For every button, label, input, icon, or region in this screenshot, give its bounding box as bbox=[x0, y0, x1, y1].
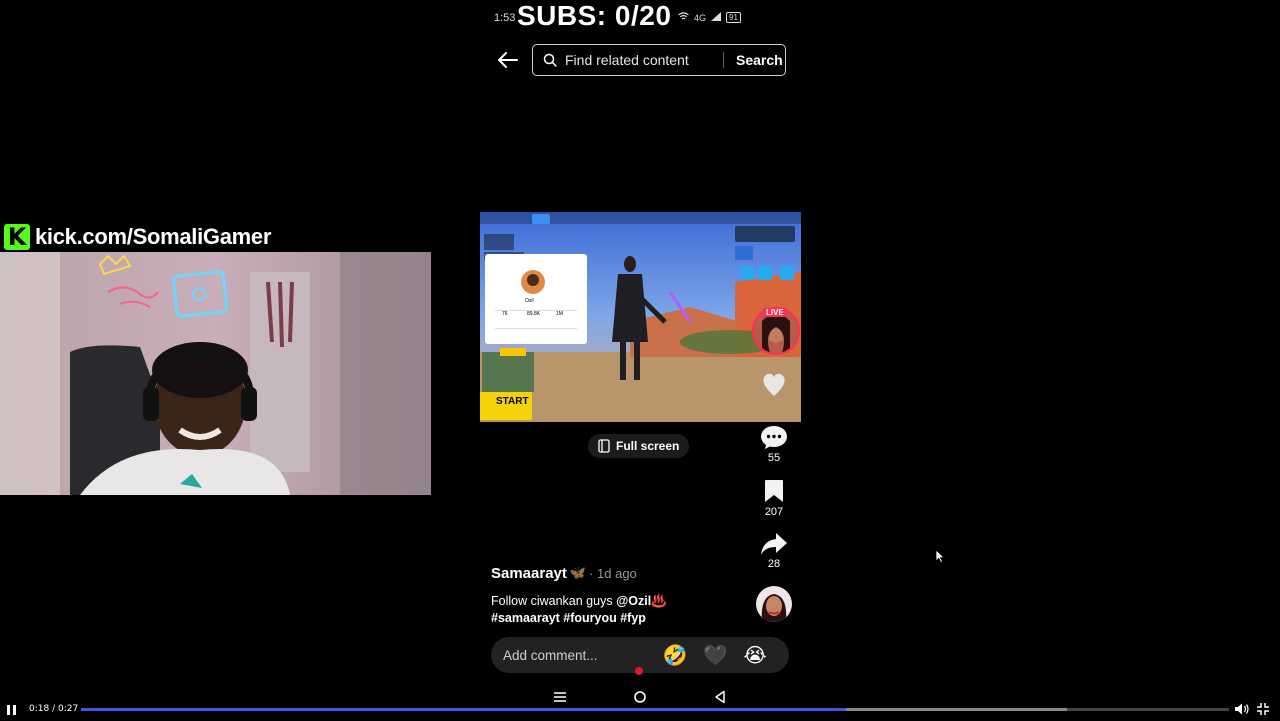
post-caption: Follow ciwankan guys @Ozil♨️ #samaarayt … bbox=[491, 592, 751, 627]
fullscreen-icon bbox=[598, 439, 610, 453]
comment-input[interactable] bbox=[501, 646, 655, 664]
search-input[interactable] bbox=[563, 51, 717, 69]
kick-branding: K kick.com/SomaliGamer bbox=[4, 223, 272, 251]
menu-icon bbox=[554, 692, 566, 702]
caption-mention[interactable]: @Ozil bbox=[616, 594, 651, 608]
arrow-left-icon bbox=[498, 52, 518, 68]
caption-text: Follow ciwankan guys bbox=[491, 594, 617, 608]
status-bar-icons: 4G 91 bbox=[678, 12, 741, 23]
nav-home-button[interactable] bbox=[630, 688, 650, 706]
hot-springs-emoji: ♨️ bbox=[651, 593, 667, 608]
crying-emoji-button[interactable]: 😭 bbox=[735, 643, 775, 667]
pause-button[interactable] bbox=[4, 703, 18, 717]
video-player[interactable]: Ozil 76 89.8K 1M START LIVE bbox=[480, 212, 801, 422]
streamer-webcam bbox=[0, 252, 431, 495]
search-icon bbox=[543, 53, 557, 67]
shares-count: 28 bbox=[767, 558, 781, 570]
share-icon bbox=[761, 533, 787, 555]
back-button[interactable] bbox=[494, 46, 522, 74]
fullscreen-label: Full screen bbox=[616, 439, 680, 453]
volume-button[interactable] bbox=[1234, 702, 1250, 716]
saves-count: 207 bbox=[764, 506, 784, 518]
butterfly-emoji: 🦋 bbox=[569, 566, 587, 581]
share-action[interactable]: 28 bbox=[754, 532, 794, 570]
caption-hashtags[interactable]: #samaarayt #fouryou #fyp bbox=[491, 611, 646, 625]
live-badge: LIVE bbox=[763, 308, 787, 317]
post-time-ago: · 1d ago bbox=[589, 566, 637, 581]
status-bar-time: 1:53 bbox=[494, 12, 516, 24]
svg-text:Ozil: Ozil bbox=[525, 298, 534, 304]
bookmark-icon bbox=[765, 480, 783, 502]
bookmark-action[interactable]: 207 bbox=[754, 478, 794, 518]
post-author-name[interactable]: Samaarayt bbox=[491, 565, 567, 582]
exit-fullscreen-button[interactable] bbox=[1256, 702, 1272, 716]
pause-icon bbox=[6, 705, 10, 715]
search-bar: Search bbox=[532, 44, 786, 76]
svg-text:1M: 1M bbox=[556, 311, 563, 317]
home-circle-icon bbox=[634, 691, 646, 703]
post-author-row: Samaarayt 🦋 · 1d ago bbox=[491, 565, 637, 582]
fullscreen-button[interactable]: Full screen bbox=[588, 434, 690, 458]
search-divider bbox=[723, 52, 724, 68]
svg-text:89.8K: 89.8K bbox=[527, 311, 541, 317]
kick-logo-icon: K bbox=[4, 223, 30, 251]
nav-back-button[interactable] bbox=[710, 688, 730, 706]
nav-recents-button[interactable] bbox=[550, 688, 570, 706]
rofl-emoji-button[interactable]: 🤣 bbox=[655, 643, 695, 667]
author-avatar[interactable] bbox=[756, 586, 792, 622]
comment-icon bbox=[761, 426, 787, 449]
playback-time: 0:18 / 0:27 bbox=[29, 704, 79, 714]
author-avatar-image bbox=[756, 586, 792, 622]
comment-action[interactable]: 55 bbox=[754, 424, 794, 464]
recording-indicator bbox=[635, 667, 643, 675]
speaker-icon bbox=[1235, 703, 1249, 715]
exit-fullscreen-icon bbox=[1257, 703, 1269, 715]
network-type-label: 4G bbox=[694, 12, 707, 23]
comments-count: 55 bbox=[767, 452, 781, 464]
wifi-icon bbox=[678, 12, 689, 23]
search-button[interactable]: Search bbox=[736, 52, 783, 68]
subs-counter: SUBS: 0/20 bbox=[517, 0, 672, 31]
black-heart-emoji-button[interactable]: 🖤 bbox=[695, 643, 735, 667]
game-start-button: START bbox=[496, 396, 529, 407]
triangle-back-icon bbox=[715, 690, 725, 704]
progress-fill bbox=[81, 708, 847, 711]
mouse-cursor-icon bbox=[935, 549, 946, 568]
progress-bar[interactable] bbox=[81, 708, 1229, 711]
svg-text:76: 76 bbox=[502, 311, 508, 317]
battery-icon: 91 bbox=[726, 12, 741, 23]
signal-icon bbox=[711, 12, 722, 23]
kick-channel-url: kick.com/SomaliGamer bbox=[35, 224, 272, 249]
